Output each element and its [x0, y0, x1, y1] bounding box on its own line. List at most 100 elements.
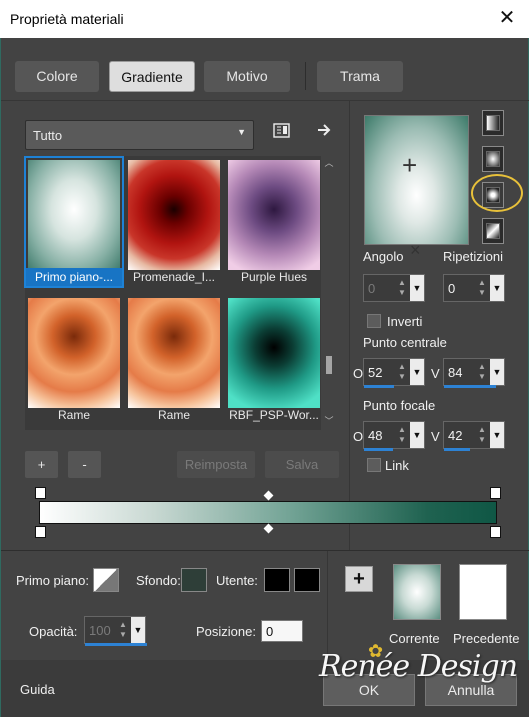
chevron-down-icon[interactable]: ▼ [490, 275, 504, 301]
gradient-editor-bar[interactable] [39, 501, 497, 524]
stepper-arrows-icon[interactable]: ▲ ▼ [398, 362, 406, 382]
chevron-down-icon[interactable]: ▼ [490, 422, 504, 448]
swatch-label: RBF_PSP-Wor... [229, 408, 319, 422]
previous-label: Precedente [453, 631, 520, 646]
stepper-arrows-icon[interactable]: ▲ ▼ [478, 425, 486, 445]
gallery-scrollbar[interactable]: ︿ ﹀ [323, 156, 335, 430]
swatch-label: Rame [57, 408, 90, 422]
gradient-thumbnail [128, 298, 220, 408]
top-color-stop[interactable] [35, 487, 46, 499]
background-swatch[interactable] [181, 568, 207, 592]
center-h-stepper[interactable]: 52 ▲ ▼ ▼ [363, 358, 425, 388]
center-h-value: 52 [368, 365, 383, 380]
divider [349, 100, 350, 550]
invert-checkbox[interactable] [367, 314, 381, 328]
tab-motivo[interactable]: Motivo [204, 61, 290, 92]
stepper-arrows-icon[interactable]: ▲ ▼ [398, 425, 406, 445]
link-label: Link [385, 458, 409, 473]
chevron-down-icon[interactable]: ▼ [131, 617, 145, 643]
chevron-down-icon[interactable]: ▼ [410, 422, 424, 448]
center-v-prefix: V [431, 366, 440, 381]
add-gradient-button[interactable]: + [25, 451, 58, 478]
focal-v-value: 42 [448, 428, 463, 443]
focal-point-icon[interactable]: × [410, 240, 421, 261]
chevron-down-icon: ▼ [237, 127, 246, 137]
top-color-stop[interactable] [490, 487, 501, 499]
category-dropdown[interactable]: Tutto ▼ [25, 120, 254, 150]
stepper-arrows-icon[interactable]: ▲ ▼ [478, 362, 486, 382]
gradient-preview[interactable]: + × [364, 115, 469, 260]
chevron-down-icon[interactable]: ▼ [410, 275, 424, 301]
gradient-swatch[interactable]: Primo piano-... [24, 156, 124, 288]
chevron-down-icon[interactable]: ▼ [410, 359, 424, 385]
category-value: Tutto [33, 128, 63, 143]
repeats-value: 0 [448, 281, 456, 296]
user-label: Utente: [216, 573, 258, 588]
swatch-label: Rame [157, 408, 190, 422]
user-color-black[interactable] [264, 568, 290, 592]
chevron-down-icon[interactable]: ▼ [490, 359, 504, 385]
library-book-icon[interactable] [273, 123, 290, 144]
reset-button[interactable]: Reimposta [177, 451, 255, 478]
gradient-thumbnail [28, 298, 120, 408]
position-input[interactable]: 0 [261, 620, 303, 642]
save-button[interactable]: Salva [265, 451, 339, 478]
close-icon[interactable]: ✕ [485, 0, 529, 38]
divider [327, 551, 328, 660]
arrow-right-icon[interactable] [316, 122, 332, 143]
gradient-swatch[interactable]: Purple Hues [226, 158, 322, 286]
chevron-down-icon[interactable]: ﹀ [323, 414, 335, 427]
opacity-stepper[interactable]: 100 ▲ ▼ ▼ [84, 616, 147, 646]
help-link[interactable]: Guida [20, 682, 55, 697]
current-material-preview[interactable] [393, 564, 441, 620]
tab-gradiente[interactable]: Gradiente [109, 61, 195, 92]
angle-value: 0 [368, 281, 376, 296]
tab-colore[interactable]: Colore [15, 61, 99, 92]
dialog-body: Colore Gradiente Motivo Trama Tutto ▼ Pr… [0, 38, 529, 717]
focal-v-prefix: V [431, 429, 440, 444]
center-point-label: Punto centrale [363, 335, 447, 350]
foreground-swatch[interactable] [93, 568, 119, 592]
focal-v-stepper[interactable]: 42 ▲ ▼ ▼ [443, 421, 505, 451]
repeats-stepper[interactable]: 0 ▲ ▼ ▼ [443, 274, 505, 302]
midpoint-marker[interactable] [263, 523, 274, 534]
scrollbar-thumb[interactable] [326, 356, 332, 374]
midpoint-marker[interactable] [263, 490, 274, 501]
chevron-up-icon[interactable]: ︿ [323, 156, 335, 169]
center-point-icon[interactable]: + [402, 150, 417, 181]
focal-h-stepper[interactable]: 48 ▲ ▼ ▼ [363, 421, 425, 451]
gradient-thumbnail [228, 160, 320, 270]
focal-h-prefix: O [353, 429, 364, 444]
link-checkbox[interactable] [367, 458, 381, 472]
gradient-swatch[interactable]: Promenade_I... [126, 158, 222, 286]
value-bar [444, 448, 470, 451]
rectangular-gradient-button[interactable] [482, 146, 504, 172]
swatch-label: Purple Hues [240, 270, 308, 284]
value-bar [364, 448, 393, 451]
linear-gradient-button[interactable] [482, 110, 504, 136]
bottom-color-stop[interactable] [490, 526, 501, 538]
focal-point-label: Punto focale [363, 398, 436, 413]
invert-label: Inverti [387, 314, 423, 329]
stepper-arrows-icon[interactable]: ▲ ▼ [478, 278, 486, 298]
gradient-swatch[interactable]: RBF_PSP-Wor... [226, 296, 322, 424]
stepper-arrows-icon[interactable]: ▲ ▼ [398, 278, 406, 298]
position-label: Posizione: [196, 624, 256, 639]
angle-label: Angolo [363, 249, 404, 264]
radial-gradient-button[interactable] [482, 218, 504, 244]
center-v-stepper[interactable]: 84 ▲ ▼ ▼ [443, 358, 505, 388]
gradient-thumbnail [28, 160, 120, 270]
bottom-color-stop[interactable] [35, 526, 46, 538]
gradient-swatch[interactable]: Rame [26, 296, 122, 424]
user-color-black-2[interactable] [294, 568, 320, 592]
angle-stepper[interactable]: 0 ▲ ▼ ▼ [363, 274, 425, 302]
gradient-swatch[interactable]: Rame [126, 296, 222, 424]
opacity-value: 100 [89, 623, 111, 638]
add-swatch-button[interactable]: + [345, 566, 373, 592]
remove-gradient-button[interactable]: - [68, 451, 101, 478]
tab-trama[interactable]: Trama [317, 61, 403, 92]
center-h-prefix: O [353, 366, 364, 381]
previous-material-preview[interactable] [459, 564, 507, 620]
swatch-label: Primo piano-... [26, 268, 122, 286]
stepper-arrows-icon[interactable]: ▲ ▼ [119, 620, 127, 640]
